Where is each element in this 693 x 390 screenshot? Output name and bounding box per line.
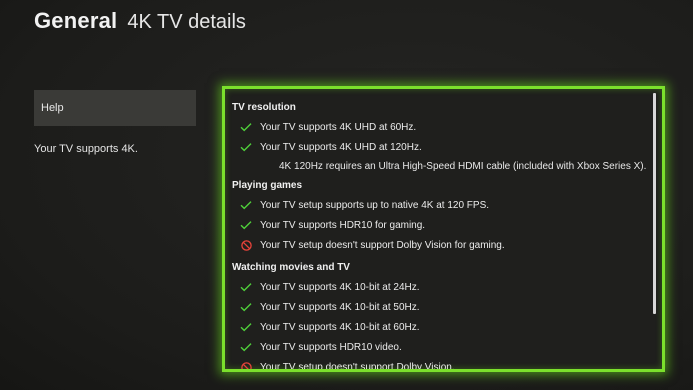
- detail-text: Your TV setup doesn't support Dolby Visi…: [260, 361, 455, 372]
- detail-text: Your TV supports 4K 10-bit at 60Hz.: [260, 321, 420, 333]
- tv-details-panel[interactable]: TV resolution Your TV supports 4K UHD at…: [222, 86, 665, 372]
- detail-row: Your TV supports 4K UHD at 120Hz.: [232, 137, 648, 157]
- detail-row: Your TV supports HDR10 for gaming.: [232, 215, 648, 235]
- detail-row: Your TV supports HDR10 video.: [232, 337, 648, 357]
- prohibited-icon: [232, 239, 260, 251]
- check-icon: [232, 322, 260, 332]
- help-button-label: Help: [41, 102, 64, 114]
- check-icon: [232, 342, 260, 352]
- hdmi-cable-note: 4K 120Hz requires an Ultra High-Speed HD…: [279, 161, 647, 172]
- detail-text: Your TV setup supports up to native 4K a…: [260, 199, 490, 211]
- check-icon: [232, 200, 260, 210]
- check-icon: [232, 220, 260, 230]
- detail-text: Your TV supports 4K 10-bit at 24Hz.: [260, 281, 420, 293]
- scrollbar[interactable]: [653, 93, 656, 314]
- tv-details-content: TV resolution Your TV supports 4K UHD at…: [232, 99, 648, 372]
- detail-text: Your TV supports HDR10 video.: [260, 341, 402, 353]
- check-icon: [232, 122, 260, 132]
- detail-row: Your TV supports 4K 10-bit at 60Hz.: [232, 317, 648, 337]
- detail-row: Your TV supports 4K 10-bit at 50Hz.: [232, 297, 648, 317]
- detail-row: Your TV setup doesn't support Dolby Visi…: [232, 235, 648, 255]
- detail-text: Your TV supports 4K UHD at 120Hz.: [260, 141, 422, 153]
- detail-text: Your TV supports 4K UHD at 60Hz.: [260, 121, 417, 133]
- detail-row: Your TV setup supports up to native 4K a…: [232, 195, 648, 215]
- detail-text: Your TV supports HDR10 for gaming.: [260, 219, 426, 231]
- check-icon: [232, 282, 260, 292]
- page-title: 4K TV details: [127, 11, 246, 33]
- prohibited-icon: [232, 361, 260, 369]
- section-title: General: [34, 8, 118, 33]
- page-header: General 4K TV details: [34, 8, 246, 34]
- check-icon: [232, 142, 260, 152]
- check-icon: [232, 302, 260, 312]
- heading-tv-resolution: TV resolution: [232, 102, 296, 113]
- xbox-settings-screen: General 4K TV details Help Your TV suppo…: [0, 0, 693, 390]
- heading-watching-movies: Watching movies and TV: [232, 262, 350, 273]
- tv-support-status: Your TV supports 4K.: [34, 143, 138, 155]
- detail-row: Your TV setup doesn't support Dolby Visi…: [232, 357, 648, 372]
- detail-text: Your TV setup doesn't support Dolby Visi…: [260, 239, 505, 251]
- heading-playing-games: Playing games: [232, 180, 303, 191]
- help-button[interactable]: Help: [34, 90, 196, 126]
- detail-row: Your TV supports 4K 10-bit at 24Hz.: [232, 277, 648, 297]
- detail-text: Your TV supports 4K 10-bit at 50Hz.: [260, 301, 420, 313]
- detail-row: Your TV supports 4K UHD at 60Hz.: [232, 117, 648, 137]
